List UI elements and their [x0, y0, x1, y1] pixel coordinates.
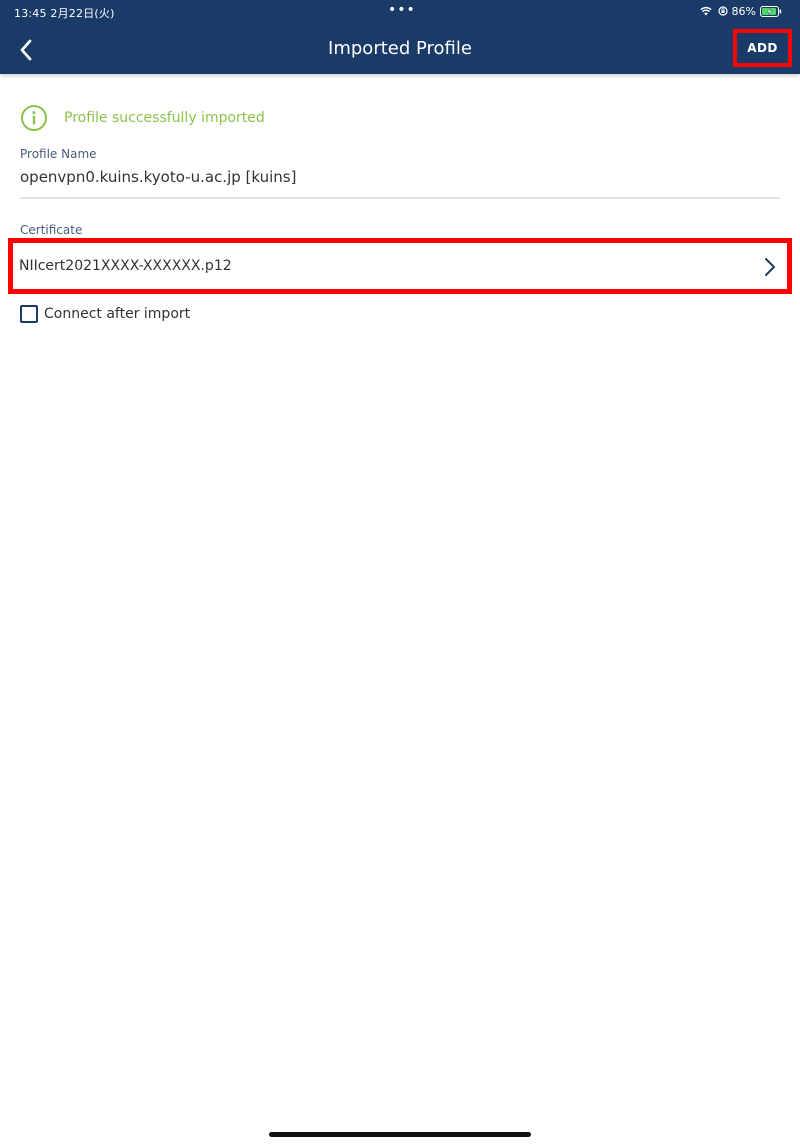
- orientation-lock-icon: [717, 6, 728, 16]
- connect-after-import-label: Connect after import: [44, 306, 191, 322]
- status-indicators: 86%: [699, 4, 782, 18]
- page-title: Imported Profile: [328, 38, 472, 59]
- wifi-icon: [699, 6, 712, 16]
- profile-name-label: Profile Name: [20, 147, 97, 161]
- info-icon: [21, 105, 47, 131]
- battery-percentage: 86%: [731, 4, 756, 18]
- chevron-right-icon: [765, 258, 775, 276]
- status-time-date: 13:45 2月22日(火): [14, 7, 115, 20]
- certificate-selector[interactable]: NIIcert2021XXXX-XXXXXX.p12: [8, 238, 792, 294]
- top-app-bar: 13:45 2月22日(火) ••• 86% Imported Profile …: [0, 0, 800, 74]
- add-button[interactable]: ADD: [733, 29, 792, 67]
- connect-after-import-toggle[interactable]: Connect after import: [20, 305, 190, 323]
- status-bar: 13:45 2月22日(火) ••• 86%: [0, 0, 800, 24]
- divider: [20, 197, 780, 199]
- certificate-value: NIIcert2021XXXX-XXXXXX.p12: [19, 258, 232, 274]
- profile-name-field[interactable]: openvpn0.kuins.kyoto-u.ac.jp [kuins]: [20, 168, 296, 186]
- battery-charging-icon: [760, 5, 782, 17]
- certificate-label: Certificate: [20, 223, 83, 237]
- success-message: Profile successfully imported: [64, 110, 265, 126]
- add-button-label: ADD: [747, 41, 778, 55]
- connect-after-import-checkbox[interactable]: [20, 305, 38, 323]
- home-indicator[interactable]: [269, 1132, 531, 1137]
- multitask-dots-icon[interactable]: •••: [388, 3, 416, 17]
- import-success-notice: Profile successfully imported: [20, 104, 265, 132]
